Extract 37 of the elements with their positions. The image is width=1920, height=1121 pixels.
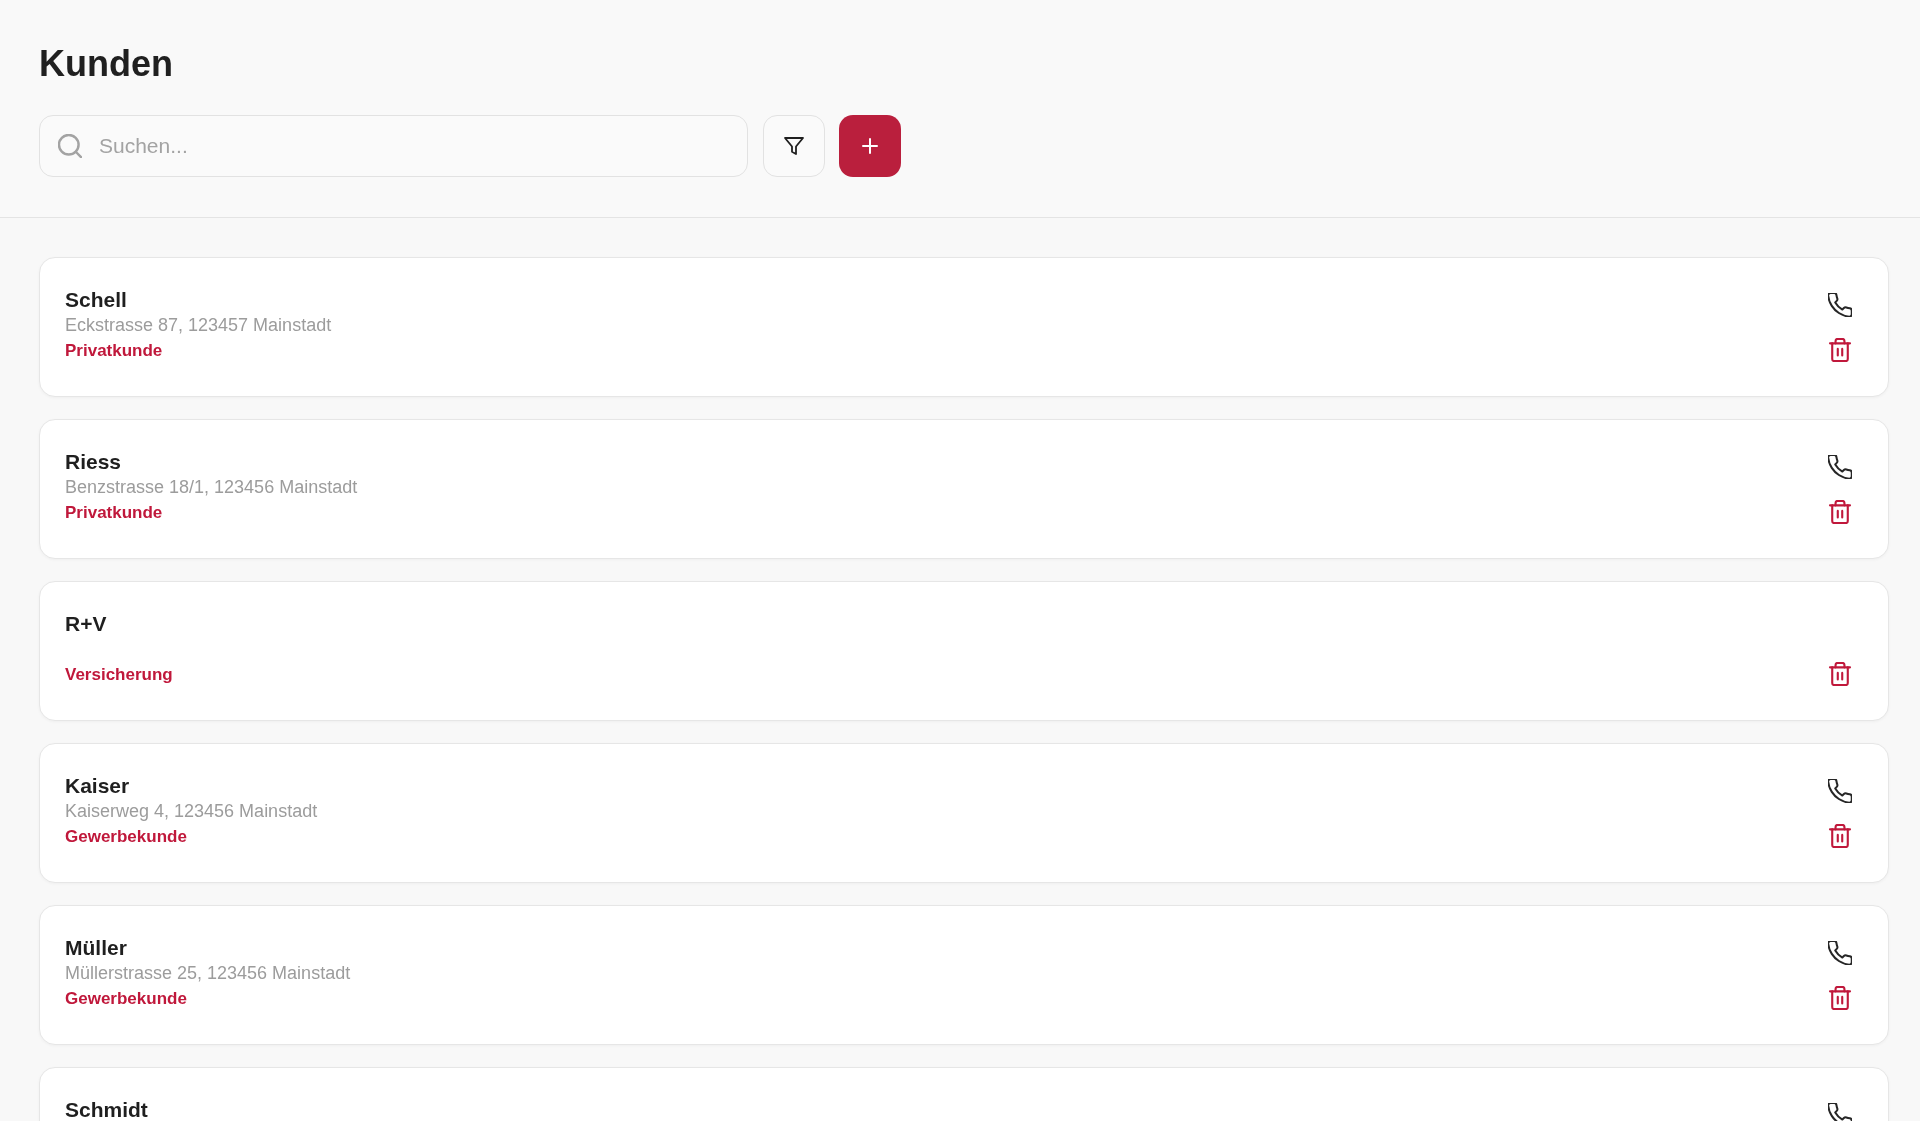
trash-icon[interactable] (1828, 500, 1852, 524)
phone-icon[interactable] (1828, 455, 1852, 479)
customer-card[interactable]: Kaiser Kaiserweg 4, 123456 Mainstadt Gewerbekunde (39, 743, 1889, 883)
customer-address: Kaiserweg 4, 123456 Mainstadt (65, 801, 318, 822)
search-field[interactable]: Suchen... (39, 115, 748, 177)
customer-address: Müllerstrasse 25, 123456 Mainstadt (65, 963, 351, 984)
customer-card[interactable]: R+V Versicherung (39, 581, 1889, 721)
customer-card[interactable]: Schmidt (39, 1067, 1889, 1121)
phone-icon[interactable] (1828, 1103, 1852, 1121)
customer-card[interactable]: Müller Müllerstrasse 25, 123456 Mainstadt Gewerbekunde (39, 905, 1889, 1045)
customer-name: R+V (65, 611, 107, 637)
filter-button[interactable] (763, 115, 825, 177)
phone-icon[interactable] (1828, 779, 1852, 803)
customer-name: Müller (65, 935, 127, 961)
filter-icon (782, 134, 806, 158)
customer-type: Gewerbekunde (65, 826, 187, 847)
customer-name: Schell (65, 287, 127, 313)
customer-address: Eckstrasse 87, 123457 Mainstadt (65, 315, 332, 336)
customer-type: Privatkunde (65, 502, 163, 523)
customer-name: Schmidt (65, 1097, 148, 1121)
trash-icon[interactable] (1828, 662, 1852, 686)
customer-name: Riess (65, 449, 122, 475)
trash-icon[interactable] (1828, 986, 1852, 1010)
customer-card[interactable]: Schell Eckstrasse 87, 123457 Mainstadt Privatkunde (39, 257, 1889, 397)
phone-icon[interactable] (1828, 293, 1852, 317)
customer-type: Versicherung (65, 664, 173, 685)
customer-type: Gewerbekunde (65, 988, 187, 1009)
customer-card[interactable]: Riess Benzstrasse 18/1, 123456 Mainstadt Privatkunde (39, 419, 1889, 559)
search-icon (58, 134, 82, 158)
customer-name: Kaiser (65, 773, 130, 799)
add-button[interactable] (839, 115, 901, 177)
customer-address: Benzstrasse 18/1, 123456 Mainstadt (65, 477, 358, 498)
trash-icon[interactable] (1828, 338, 1852, 362)
phone-icon[interactable] (1828, 941, 1852, 965)
trash-icon[interactable] (1828, 824, 1852, 848)
customer-type: Privatkunde (65, 340, 163, 361)
page-title: Kunden (39, 42, 173, 86)
